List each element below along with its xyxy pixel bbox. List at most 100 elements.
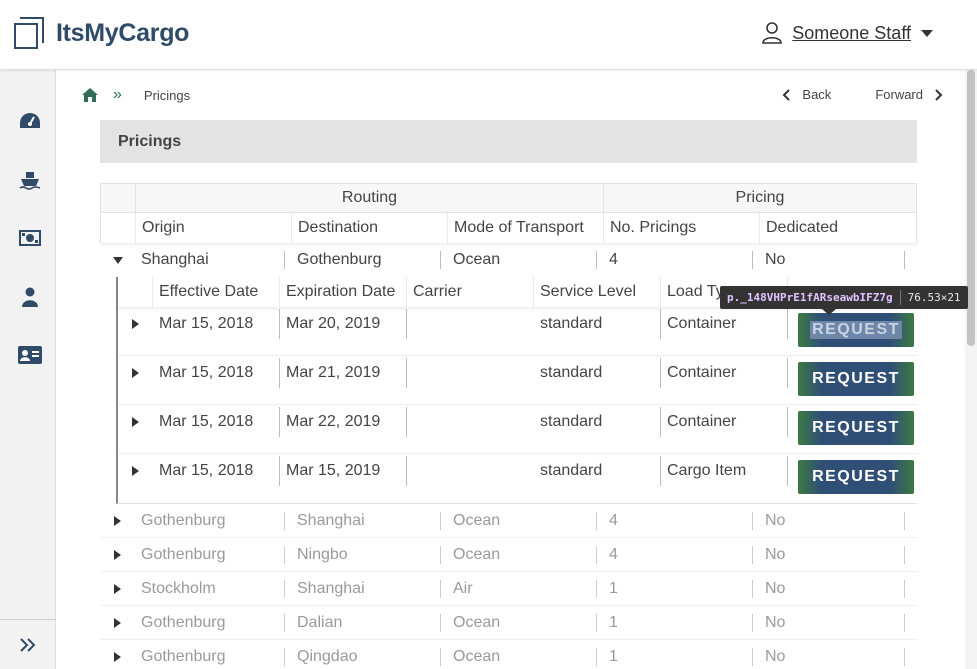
caret-right-icon: [132, 466, 139, 476]
app-logo[interactable]: ItsMyCargo: [14, 17, 189, 49]
sub-header-spacer: [118, 277, 153, 307]
caret-right-icon: [132, 319, 139, 329]
caret-right-icon: [132, 368, 139, 378]
back-button[interactable]: Back: [782, 87, 831, 102]
dashboard-icon[interactable]: [18, 109, 42, 133]
expiration-date-header[interactable]: Expiration Date: [280, 277, 407, 307]
dedicated-cell: No: [753, 647, 905, 666]
service-level-cell: standard: [534, 358, 661, 388]
destination-cell: Qingdao: [285, 647, 441, 666]
expand-row-button[interactable]: [100, 572, 135, 605]
dedicated-cell: No: [753, 511, 905, 530]
origin-cell: Gothenburg: [135, 647, 285, 666]
expand-row-button[interactable]: [100, 504, 135, 537]
expand-sidebar-button[interactable]: [0, 619, 56, 669]
caret-right-icon: [114, 583, 121, 594]
request-button[interactable]: REQUEST: [798, 313, 914, 347]
top-bar: ItsMyCargo Someone Staff: [0, 0, 977, 70]
breadcrumb-current[interactable]: Pricings: [144, 88, 190, 103]
request-button[interactable]: REQUEST: [798, 362, 914, 396]
expand-row-button[interactable]: [100, 538, 135, 571]
table-row[interactable]: Gothenburg Shanghai Ocean 4 No: [100, 504, 917, 538]
caret-right-icon: [114, 651, 121, 662]
expand-row-button[interactable]: [118, 309, 153, 339]
user-icon[interactable]: [18, 285, 42, 309]
caret-right-icon: [132, 417, 139, 427]
user-name[interactable]: Someone Staff: [792, 23, 911, 44]
expand-row-button[interactable]: [118, 456, 153, 486]
expand-row-button[interactable]: [100, 640, 135, 669]
pricing-group-header: Pricing: [735, 189, 785, 206]
mode-cell: Ocean: [441, 647, 597, 666]
load-type-cell: Container: [661, 358, 788, 388]
chevron-down-icon[interactable]: [921, 29, 933, 37]
caret-down-icon: [112, 256, 123, 264]
table-row[interactable]: Gothenburg Ningbo Ocean 4 No: [100, 538, 917, 572]
origin-header[interactable]: Origin: [136, 213, 292, 243]
forward-button[interactable]: Forward: [875, 87, 943, 102]
main-content: » Pricings Back Forward Pricings Routing…: [57, 70, 965, 669]
app-name: ItsMyCargo: [56, 18, 190, 47]
mode-header[interactable]: Mode of Transport: [448, 213, 604, 243]
pricing-row[interactable]: Mar 15, 2018 Mar 21, 2019 standard Conta…: [118, 356, 917, 405]
expiration-date-cell: Mar 20, 2019: [280, 309, 407, 339]
count-cell: 4: [597, 545, 753, 564]
tooltip-divider: [899, 290, 901, 305]
page-scrollbar[interactable]: [965, 70, 977, 669]
double-chevron-right-icon: »: [113, 86, 122, 103]
pricings-count-header[interactable]: No. Pricings: [604, 213, 760, 243]
dedicated-cell: No: [753, 613, 905, 632]
effective-date-header[interactable]: Effective Date: [153, 277, 280, 307]
origin-cell: Shanghai: [135, 251, 285, 269]
dedicated-cell: No: [753, 251, 905, 269]
request-button[interactable]: REQUEST: [798, 460, 914, 494]
destination-cell: Shanghai: [285, 579, 441, 598]
load-type-cell: Container: [661, 309, 788, 339]
contact-card-icon[interactable]: [18, 343, 42, 367]
origin-cell: Stockholm: [135, 579, 285, 598]
page-title: Pricings: [100, 120, 917, 163]
history-nav: Back Forward: [782, 87, 943, 102]
user-menu[interactable]: Someone Staff: [762, 22, 933, 44]
effective-date-cell: Mar 15, 2018: [153, 407, 280, 437]
pricing-details-table: Effective Date Expiration Date Carrier S…: [116, 277, 917, 504]
chevron-right-icon: [935, 88, 943, 101]
scrollbar-thumb[interactable]: [967, 70, 975, 346]
effective-date-cell: Mar 15, 2018: [153, 358, 280, 388]
count-cell: 1: [597, 579, 753, 598]
expand-row-button[interactable]: [118, 407, 153, 437]
table-row[interactable]: Stockholm Shanghai Air 1 No: [100, 572, 917, 606]
destination-header[interactable]: Destination: [292, 213, 448, 243]
forward-label: Forward: [875, 87, 923, 102]
mode-cell: Ocean: [441, 251, 597, 269]
ship-icon[interactable]: [18, 168, 42, 192]
money-icon[interactable]: [18, 226, 42, 250]
home-icon[interactable]: [81, 87, 99, 103]
expiration-date-cell: Mar 21, 2019: [280, 358, 407, 388]
expiration-date-cell: Mar 22, 2019: [280, 407, 407, 437]
expiration-date-cell: Mar 15, 2019: [280, 456, 407, 486]
service-level-cell: standard: [534, 456, 661, 486]
pricing-row[interactable]: Mar 15, 2018 Mar 22, 2019 standard Conta…: [118, 405, 917, 454]
expand-row-button[interactable]: [100, 606, 135, 639]
chevron-left-icon: [782, 88, 791, 101]
destination-cell: Ningbo: [285, 545, 441, 564]
dedicated-header[interactable]: Dedicated: [760, 213, 916, 243]
origin-cell: Gothenburg: [135, 613, 285, 632]
tooltip-selector: p._148VHPrE1fARseawbIFZ7g: [727, 291, 893, 304]
collapse-row-button[interactable]: [100, 243, 135, 277]
table-row[interactable]: Gothenburg Dalian Ocean 1 No: [100, 606, 917, 640]
pricing-row[interactable]: Mar 15, 2018 Mar 20, 2019 standard Conta…: [118, 307, 917, 356]
table-row[interactable]: Gothenburg Qingdao Ocean 1 No: [100, 640, 917, 669]
expand-row-button[interactable]: [118, 358, 153, 388]
request-button[interactable]: REQUEST: [798, 411, 914, 445]
table-column-header: Origin Destination Mode of Transport No.…: [100, 213, 917, 243]
table-row[interactable]: Shanghai Gothenburg Ocean 4 No: [100, 243, 917, 277]
service-level-header[interactable]: Service Level: [534, 277, 661, 307]
caret-right-icon: [114, 549, 121, 560]
pricing-row[interactable]: Mar 15, 2018 Mar 15, 2019 standard Cargo…: [118, 454, 917, 503]
carrier-header[interactable]: Carrier: [407, 277, 534, 307]
logo-icon: [14, 17, 46, 49]
user-icon: [762, 22, 783, 44]
sidebar: [0, 70, 56, 669]
